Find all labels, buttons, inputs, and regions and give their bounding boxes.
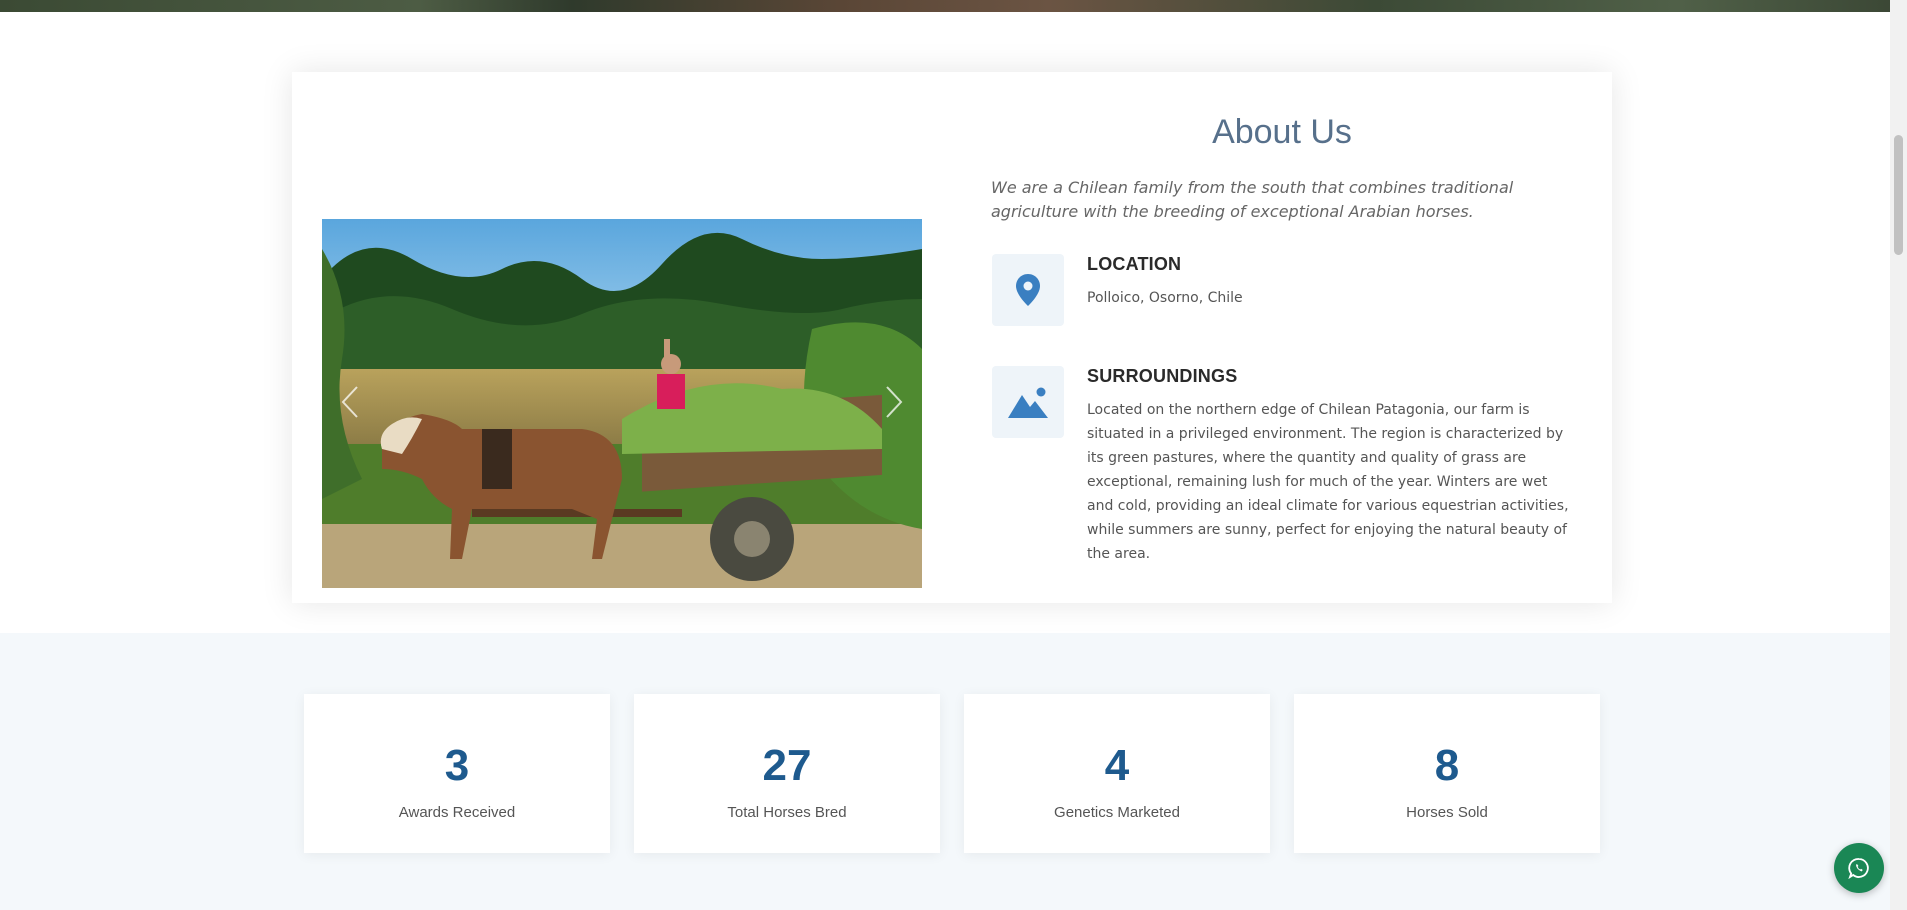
stat-value: 4: [1104, 741, 1130, 790]
stat-value: 3: [444, 741, 470, 790]
hero-image-bottom: [0, 0, 1907, 12]
location-icon-box: [992, 254, 1064, 326]
stat-value: 27: [762, 741, 812, 790]
image-carousel[interactable]: [322, 219, 922, 588]
surroundings-text: Located on the northern edge of Chilean …: [1087, 402, 1569, 562]
stats-section: [0, 633, 1890, 910]
carousel-prev-button[interactable]: [330, 377, 370, 427]
about-title: About Us: [1212, 113, 1352, 151]
stat-card-horses-sold: 8 Horses Sold: [1294, 694, 1600, 853]
surroundings-icon-box: [992, 366, 1064, 438]
chevron-left-icon: [341, 386, 358, 418]
location-text: Polloico, Osorno, Chile: [1087, 290, 1243, 306]
about-intro: We are a Chilean family from the south t…: [991, 178, 1514, 221]
stat-label: Awards Received: [398, 804, 516, 821]
stat-card-genetics: 4 Genetics Marketed: [964, 694, 1270, 853]
location-heading: LOCATION: [1087, 254, 1182, 274]
carousel-next-button[interactable]: [874, 377, 914, 427]
surroundings-heading: SURROUNDINGS: [1087, 366, 1238, 386]
stat-value: 8: [1434, 741, 1460, 790]
stat-card-awards: 3 Awards Received: [304, 694, 610, 853]
map-pin-icon: [1016, 274, 1040, 306]
whatsapp-icon: [1848, 858, 1869, 879]
whatsapp-button[interactable]: [1834, 843, 1884, 893]
stat-card-horses-bred: 27 Total Horses Bred: [634, 694, 940, 853]
page-scrollbar[interactable]: [1890, 0, 1907, 910]
stat-label: Total Horses Bred: [727, 804, 847, 821]
landscape-icon: [1008, 387, 1048, 418]
farm-photo: [322, 219, 922, 588]
scrollbar-thumb[interactable]: [1894, 135, 1903, 255]
stat-label: Horses Sold: [1406, 804, 1488, 821]
chevron-right-icon: [886, 386, 903, 418]
stat-label: Genetics Marketed: [1054, 804, 1180, 821]
